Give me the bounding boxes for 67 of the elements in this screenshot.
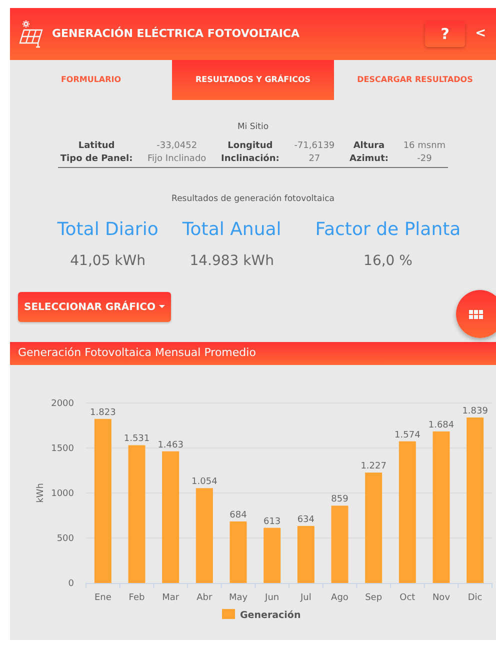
axis-tick-label: Abr <box>196 593 212 603</box>
legend-swatch <box>222 609 235 619</box>
result-label: Total Anual <box>182 218 282 242</box>
solar-panel-icon <box>18 20 44 48</box>
field-label: Tipo de Panel: <box>60 153 133 166</box>
field-value: Fijo Inclinado <box>148 153 206 166</box>
value-label: 1.839 <box>462 406 488 416</box>
value-label: 1.227 <box>360 462 386 472</box>
axis-tick-label: Oct <box>400 593 416 603</box>
axis-title: kWh <box>36 483 46 503</box>
field-value: 16 msnm <box>403 140 446 153</box>
result-label: Total Diario <box>57 218 158 242</box>
panel-title: Generación Fotovoltaica Mensual Promedio <box>18 345 256 362</box>
field-value: -71,6139 <box>294 140 335 153</box>
axis-tick-label: Dic <box>468 593 482 603</box>
bar <box>297 526 314 583</box>
back-button[interactable]: < <box>473 24 488 44</box>
legend-label: Generación <box>240 610 301 621</box>
result-label: Factor de Planta <box>315 218 461 242</box>
grid-menu-button[interactable] <box>456 290 496 338</box>
field-value: 27 <box>308 153 320 166</box>
axis-tick-label: 500 <box>56 534 74 544</box>
axis-tick-label: 0 <box>68 579 74 589</box>
select-chart-button[interactable]: SELECCIONAR GRÁFICO <box>18 292 171 322</box>
section-title: Mi Sitio <box>237 122 269 132</box>
value-label: 1.684 <box>428 420 454 430</box>
value-label: 684 <box>230 510 247 520</box>
axis-tick-label: Ene <box>94 593 112 603</box>
axis-tick-label: May <box>228 593 248 603</box>
result-value: 16,0 % <box>364 252 412 271</box>
field-label: Longitud <box>228 140 273 153</box>
axis-tick-label: Feb <box>128 593 145 603</box>
bar <box>264 528 281 583</box>
help-button[interactable]: ? <box>425 21 466 47</box>
result-value: 14.983 kWh <box>190 252 274 271</box>
axis-tick-label: Ago <box>331 593 348 603</box>
field-label: Altura <box>353 140 385 153</box>
value-label: 1.574 <box>394 430 420 440</box>
tab[interactable]: RESULTADOS Y GRÁFICOS <box>172 60 334 100</box>
field-value: -29 <box>417 153 432 166</box>
caret-icon <box>158 304 165 309</box>
value-label: 1.823 <box>90 408 116 418</box>
value-label: 613 <box>264 516 281 527</box>
tab[interactable]: FORMULARIO <box>10 60 172 100</box>
field-label: Azimut: <box>350 153 388 166</box>
axis-tick-label: Mar <box>162 593 180 603</box>
value-label: 1.054 <box>192 477 218 488</box>
bar <box>230 521 247 583</box>
field-value: -33,0452 <box>156 140 198 153</box>
field-label: Latitud <box>78 140 115 153</box>
axis-tick-label: Jul <box>300 593 312 603</box>
axis-tick-label: Nov <box>432 593 450 603</box>
grid-icon <box>469 310 483 320</box>
app-title: GENERACIÓN ELÉCTRICA FOTOVOLTAICA <box>52 26 300 42</box>
axis-tick-label: 2000 <box>51 399 74 409</box>
axis-tick-label: Jun <box>265 593 280 603</box>
field-label: Inclinación: <box>221 153 280 166</box>
axis-tick-label: Sep <box>365 593 382 603</box>
result-value: 41,05 kWh <box>70 252 146 271</box>
value-label: 1.531 <box>124 434 150 444</box>
value-label: 859 <box>331 494 348 505</box>
axis-tick-label: 1000 <box>51 489 74 499</box>
axis-tick-label: 1500 <box>51 444 74 454</box>
value-label: 634 <box>297 514 314 525</box>
section-title: Resultados de generación fotovoltaica <box>172 194 334 204</box>
tab[interactable]: DESCARGAR RESULTADOS <box>334 60 496 100</box>
value-label: 1.463 <box>158 440 184 450</box>
